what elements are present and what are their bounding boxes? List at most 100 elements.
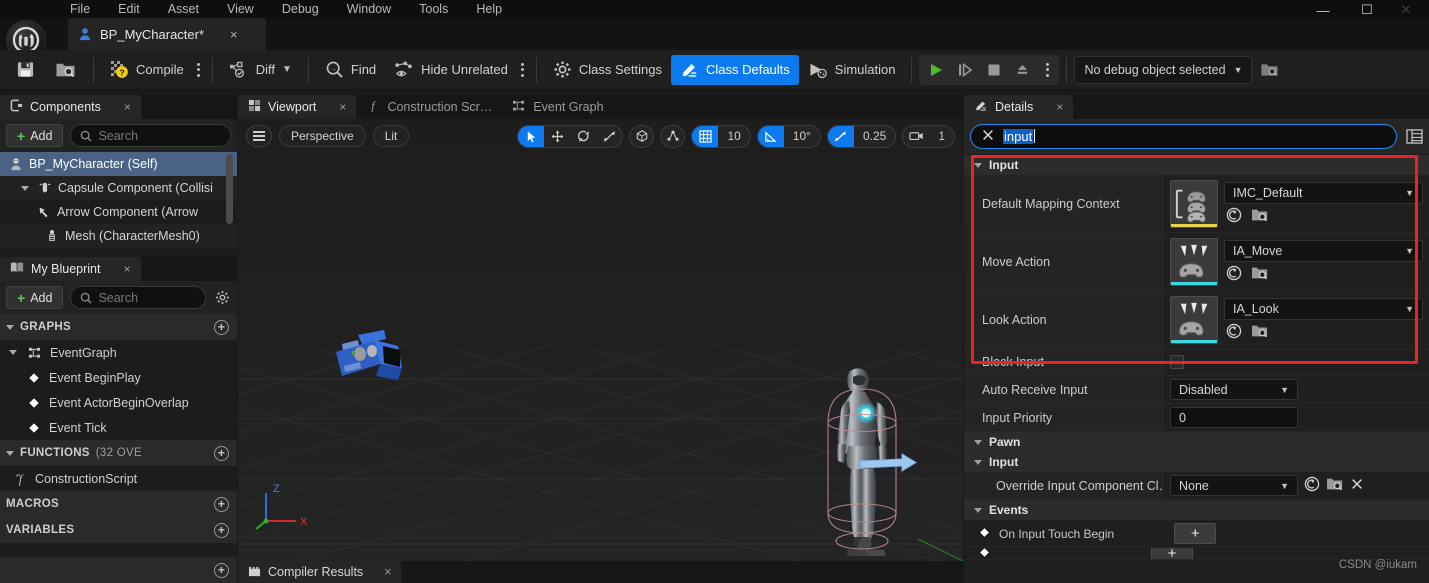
function-row-constructionscript[interactable]: f ConstructionScript [0, 466, 237, 491]
shading-mode-combo[interactable]: Lit [372, 125, 410, 147]
expander-icon[interactable] [974, 439, 982, 445]
graph-row-event-tick[interactable]: Event Tick [0, 415, 237, 440]
tab-compiler-results-close-icon[interactable]: × [384, 565, 391, 579]
input-mapping-context-icon[interactable] [1170, 179, 1218, 228]
debug-browse-button[interactable] [1252, 55, 1287, 85]
camera-speed-icon[interactable] [903, 126, 929, 147]
step-button[interactable] [950, 55, 979, 85]
surface-snap-icon[interactable] [660, 124, 686, 148]
browse-asset-icon[interactable] [1251, 207, 1269, 226]
category-header-pawn[interactable]: Pawn [964, 432, 1429, 452]
graph-row-event-actorbeginoverlap[interactable]: Event ActorBeginOverlap [0, 390, 237, 415]
expander-icon[interactable] [18, 185, 32, 191]
my-blueprint-add-button[interactable]: + Add [6, 286, 64, 309]
tab-compiler-results[interactable]: Compiler Results × [238, 561, 402, 583]
compile-options-kebab[interactable] [193, 62, 205, 77]
components-scrollbar[interactable] [226, 154, 233, 224]
add-variable-button[interactable]: + [214, 522, 229, 538]
expander-icon[interactable] [6, 324, 14, 330]
browse-asset-icon[interactable] [1251, 265, 1269, 284]
add-macro-button[interactable]: + [214, 496, 229, 512]
camera-speed-control[interactable]: 1 [902, 124, 955, 148]
close-icon[interactable]: ✕ [1389, 0, 1423, 20]
grid-snap-value[interactable]: 10 [718, 126, 749, 147]
angle-snap-icon[interactable] [757, 125, 784, 147]
component-row-capsule[interactable]: Capsule Component (Collisi [0, 176, 237, 200]
category-header-input[interactable]: Input [964, 155, 1429, 175]
asset-combo-ia-move[interactable]: IA_Move ▼ [1224, 239, 1423, 262]
simulation-button[interactable]: Simulation [799, 55, 905, 85]
angle-snap-value[interactable]: 10° [784, 126, 820, 147]
category-header-events[interactable]: Events [964, 500, 1429, 520]
clear-x-icon[interactable] [981, 128, 995, 145]
section-macros[interactable]: MACROS + [0, 491, 237, 517]
clear-x-icon[interactable] [1350, 477, 1364, 494]
section-graphs[interactable]: GRAPHS + [0, 314, 237, 340]
asset-combo-imc-default[interactable]: IMC_Default ▼ [1224, 181, 1423, 204]
hamburger-icon[interactable] [246, 125, 272, 147]
scale-snap-value[interactable]: 0.25 [854, 126, 895, 147]
components-search-input[interactable]: Search [70, 124, 231, 147]
graph-row-event-beginplay[interactable]: Event BeginPlay [0, 365, 237, 390]
section-functions[interactable]: FUNCTIONS (32 OVE + [0, 440, 237, 466]
input-action-icon[interactable] [1170, 295, 1218, 344]
add-function-button[interactable]: + [214, 445, 229, 461]
stop-button[interactable] [979, 55, 1008, 85]
component-row-arrow[interactable]: Arrow Component (Arrow [0, 200, 237, 224]
section-variables[interactable]: VARIABLES + [0, 517, 237, 543]
tab-event-graph[interactable]: Event Graph [502, 95, 614, 119]
tab-components-close-icon[interactable]: × [124, 100, 131, 114]
details-search-input[interactable]: input [970, 124, 1397, 149]
eject-button[interactable] [1008, 55, 1037, 85]
browse-back-icon[interactable] [1226, 265, 1242, 284]
tab-viewport[interactable]: Viewport × [238, 95, 357, 119]
grid-snap-icon[interactable] [692, 125, 719, 147]
maximize-icon[interactable]: ☐ [1345, 0, 1389, 20]
grid-snap-control[interactable]: 10 [691, 124, 751, 148]
select-icon[interactable] [518, 125, 545, 147]
viewport-3d[interactable]: Perspective Lit 10 10° 0.25 1 Z X [238, 119, 963, 561]
column-view-icon[interactable] [1403, 129, 1425, 144]
add-extra-button[interactable]: + [214, 562, 229, 578]
graph-row-eventgraph[interactable]: EventGraph [0, 340, 237, 365]
expander-icon[interactable] [974, 162, 982, 168]
input-priority-field[interactable]: 0 [1170, 407, 1298, 428]
translate-icon[interactable] [544, 126, 570, 147]
tab-components[interactable]: Components × [0, 95, 141, 119]
world-coord-icon[interactable] [629, 124, 655, 148]
class-settings-button[interactable]: Class Settings [544, 55, 671, 85]
asset-tab-bp-mycharacter[interactable]: BP_MyCharacter* × [68, 18, 266, 50]
tab-details-close-icon[interactable]: × [1056, 100, 1063, 114]
browse-asset-button[interactable] [45, 55, 86, 85]
scale-icon[interactable] [596, 126, 622, 147]
component-row-mesh[interactable]: Mesh (CharacterMesh0) [0, 224, 237, 248]
browse-back-icon[interactable] [1226, 207, 1242, 226]
camera-speed-value[interactable]: 1 [929, 126, 954, 147]
add-event-button-2[interactable]: + [1151, 548, 1193, 559]
perspective-combo[interactable]: Perspective [279, 125, 366, 147]
gear-icon[interactable] [213, 289, 231, 307]
angle-snap-control[interactable]: 10° [756, 124, 821, 148]
asset-tab-close-icon[interactable]: × [230, 27, 238, 42]
compile-button[interactable]: ? Compile [101, 55, 193, 85]
hide-unrelated-kebab[interactable] [517, 62, 529, 77]
play-options-kebab[interactable] [1037, 55, 1057, 85]
expander-icon[interactable] [6, 450, 14, 456]
minimize-icon[interactable]: — [1301, 0, 1345, 20]
my-blueprint-search-input[interactable]: Search [70, 286, 206, 309]
section-extra[interactable]: + [0, 557, 237, 583]
category-header-input-sub[interactable]: Input [964, 452, 1429, 472]
play-button[interactable] [921, 55, 950, 85]
input-action-icon[interactable] [1170, 237, 1218, 286]
add-graph-button[interactable]: + [214, 319, 229, 335]
find-button[interactable]: → Find [316, 55, 385, 85]
browse-asset-icon[interactable] [1326, 476, 1344, 495]
hide-unrelated-button[interactable]: Hide Unrelated [385, 55, 517, 85]
add-event-button[interactable]: + [1174, 523, 1217, 544]
rotate-icon[interactable] [570, 126, 596, 147]
tab-my-blueprint-close-icon[interactable]: × [123, 262, 130, 276]
debug-object-combo[interactable]: No debug object selected ▼ [1074, 55, 1253, 84]
tab-my-blueprint[interactable]: My Blueprint × [0, 257, 141, 281]
auto-receive-input-combo[interactable]: Disabled ▼ [1170, 379, 1298, 400]
override-input-component-class-combo[interactable]: None ▼ [1170, 475, 1298, 496]
